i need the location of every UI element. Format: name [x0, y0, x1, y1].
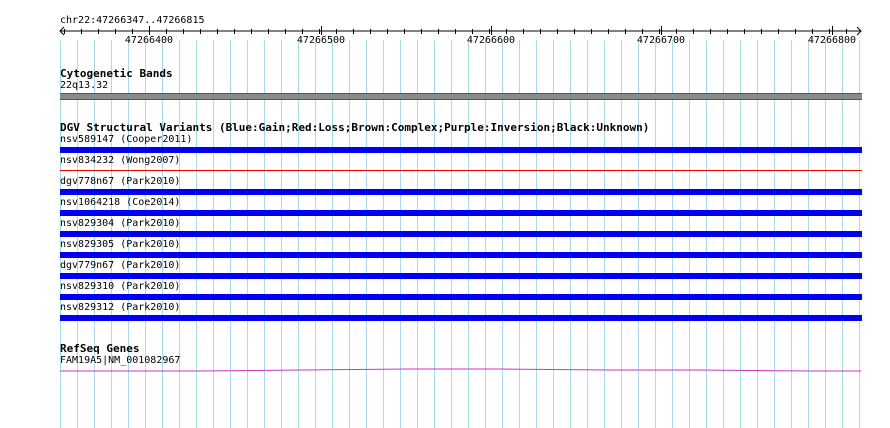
ruler-tick-label: 47266500 — [296, 35, 346, 46]
cytoband-band[interactable] — [60, 93, 862, 100]
variant-feature-gain[interactable] — [60, 294, 862, 300]
variant-feature-gain[interactable] — [60, 273, 862, 279]
variant-feature-gain[interactable] — [60, 231, 862, 237]
variant-feature-gain[interactable] — [60, 147, 862, 153]
variant-label: nsv829312 (Park2010) — [60, 302, 181, 313]
variant-feature-loss[interactable] — [60, 170, 862, 171]
refseq-track-title[interactable]: RefSeq Genes — [60, 342, 139, 355]
ruler-tick-label: 47266400 — [124, 35, 174, 46]
ruler-tick-label: 47266600 — [466, 35, 516, 46]
variant-label: nsv1064218 (Coe2014) — [60, 197, 181, 208]
dgv-track-title[interactable]: DGV Structural Variants (Blue:Gain;Red:L… — [60, 121, 649, 134]
ruler-tick-label: 47266700 — [636, 35, 686, 46]
variant-label: nsv829304 (Park2010) — [60, 218, 181, 229]
variant-label: nsv834232 (Wong2007) — [60, 155, 181, 166]
cytoband-label: 22q13.32 — [60, 80, 109, 91]
variant-label: nsv589147 (Cooper2011) — [60, 134, 193, 145]
variant-label: nsv829310 (Park2010) — [60, 281, 181, 292]
variant-feature-gain[interactable] — [60, 315, 862, 321]
variant-feature-gain[interactable] — [60, 252, 862, 258]
variant-label: dgv778n67 (Park2010) — [60, 176, 181, 187]
ruler-tick-label: 47266800 — [807, 35, 857, 46]
variant-label: dgv779n67 (Park2010) — [60, 260, 181, 271]
cytoband-track-title[interactable]: Cytogenetic Bands — [60, 67, 173, 80]
variant-label: nsv829305 (Park2010) — [60, 239, 181, 250]
gene-feature[interactable] — [0, 365, 890, 375]
variant-feature-gain[interactable] — [60, 189, 862, 195]
variant-feature-gain[interactable] — [60, 210, 862, 216]
